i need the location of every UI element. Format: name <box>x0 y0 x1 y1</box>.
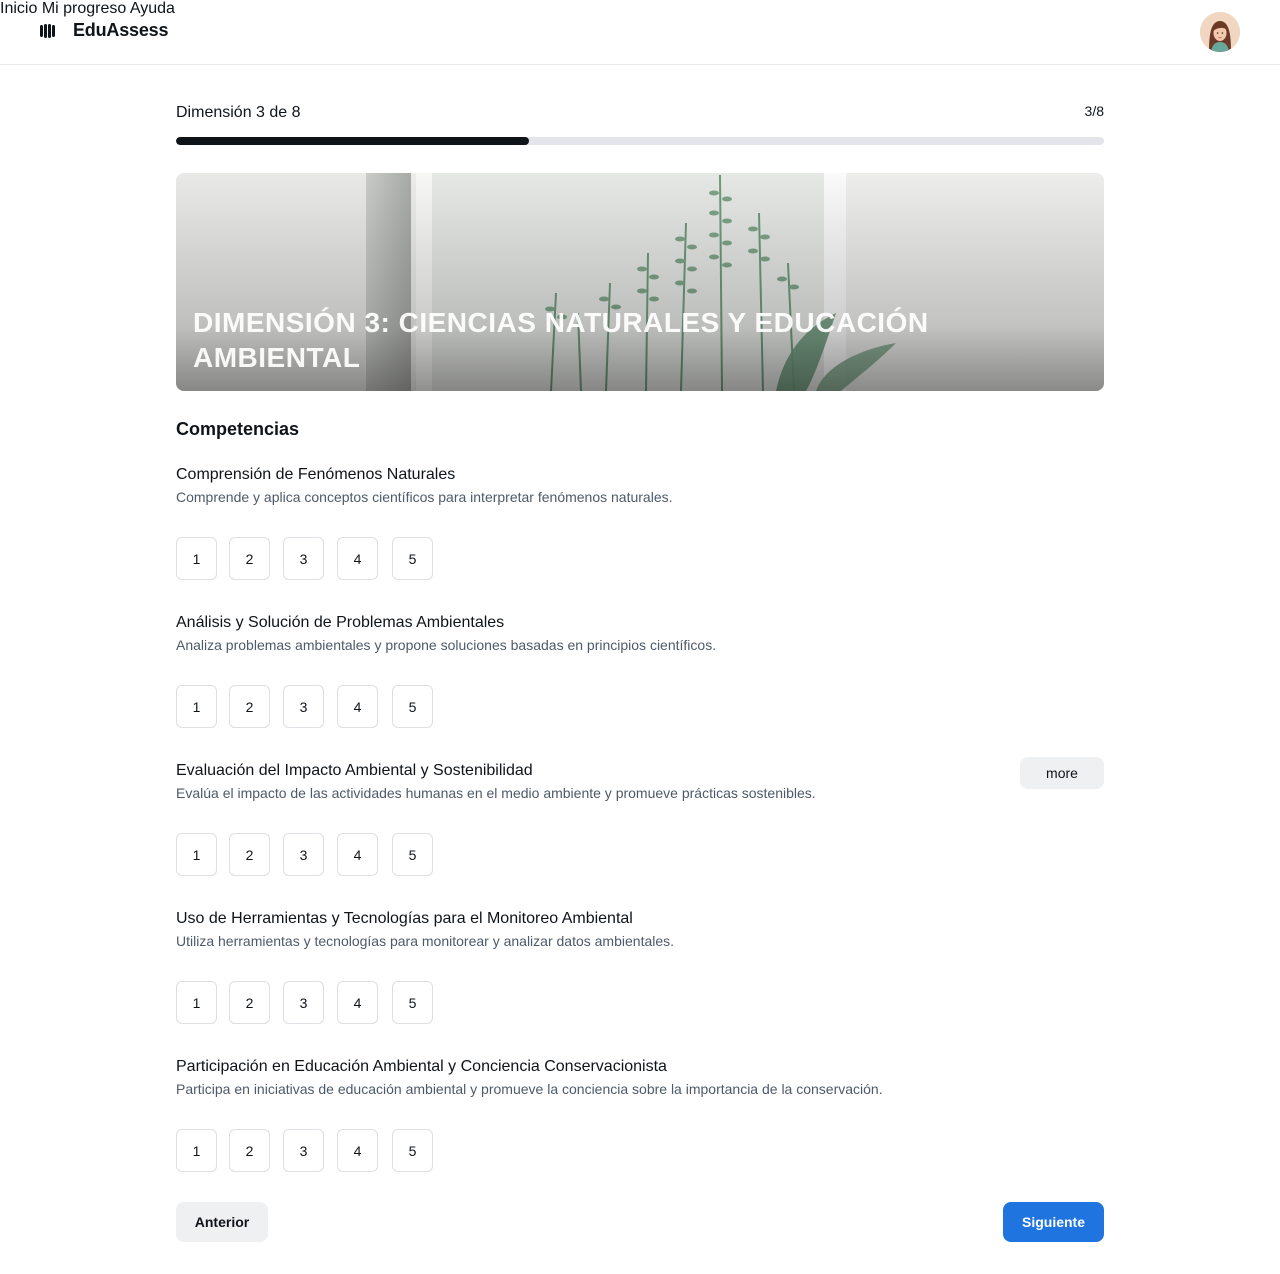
competency-item: Evaluación del Impacto Ambiental y Soste… <box>176 757 1104 902</box>
rating-option-2[interactable]: 2 <box>229 1129 270 1172</box>
competency-item: Uso de Herramientas y Tecnologías para e… <box>176 910 1104 1050</box>
rating-option-3[interactable]: 3 <box>283 833 324 876</box>
user-avatar[interactable] <box>1200 12 1240 52</box>
previous-button[interactable]: Anterior <box>176 1202 268 1242</box>
rating-option-5[interactable]: 5 <box>392 1129 433 1172</box>
nav-link-mi-progreso[interactable]: Mi progreso <box>42 0 126 17</box>
competency-title: Análisis y Solución de Problemas Ambient… <box>176 614 505 631</box>
competency-description: Comprende y aplica conceptos científicos… <box>176 489 673 505</box>
rating-option-1[interactable]: 1 <box>176 537 217 580</box>
progress-bar <box>176 137 1104 145</box>
rating-option-1[interactable]: 1 <box>176 1129 217 1172</box>
rating-option-5[interactable]: 5 <box>392 981 433 1024</box>
brand-name: EduAssess <box>73 20 169 40</box>
rating-option-1[interactable]: 1 <box>176 981 217 1024</box>
rating-option-4[interactable]: 4 <box>337 685 378 728</box>
progress-bar-fill <box>176 137 529 145</box>
avatar-portrait-icon <box>1200 12 1240 52</box>
competency-title: Comprensión de Fenómenos Naturales <box>176 466 456 483</box>
rating-option-3[interactable]: 3 <box>283 685 324 728</box>
rating-option-1[interactable]: 1 <box>176 685 217 728</box>
rating-option-4[interactable]: 4 <box>337 833 378 876</box>
competency-title: Evaluación del Impacto Ambiental y Soste… <box>176 762 533 779</box>
dimension-hero-banner: Dimensión 3: Ciencias Naturales y Educac… <box>176 173 1104 391</box>
rating-option-5[interactable]: 5 <box>392 833 433 876</box>
rating-option-2[interactable]: 2 <box>229 685 270 728</box>
competency-title: Participación en Educación Ambiental y C… <box>176 1058 667 1075</box>
brand-mark-icon <box>40 23 55 38</box>
rating-option-3[interactable]: 3 <box>283 981 324 1024</box>
competency-description: Participa en iniciativas de educación am… <box>176 1081 883 1097</box>
competency-item: Análisis y Solución de Problemas Ambient… <box>176 614 1104 754</box>
rating-option-4[interactable]: 4 <box>337 981 378 1024</box>
competency-description: Evalúa el impacto de las actividades hum… <box>176 785 816 801</box>
more-button[interactable]: more <box>1020 757 1104 789</box>
rating-option-2[interactable]: 2 <box>229 981 270 1024</box>
progress-count: 3/8 <box>1084 103 1104 119</box>
rating-option-3[interactable]: 3 <box>283 1129 324 1172</box>
rating-option-2[interactable]: 2 <box>229 537 270 580</box>
rating-option-3[interactable]: 3 <box>283 537 324 580</box>
top-navigation-bar: EduAssess Inicio Mi progreso Ayuda <box>0 0 1280 65</box>
next-button[interactable]: Siguiente <box>1003 1202 1104 1242</box>
competency-description: Analiza problemas ambientales y propone … <box>176 637 717 653</box>
rating-option-2[interactable]: 2 <box>229 833 270 876</box>
progress-label: Dimensión 3 de 8 <box>176 104 301 121</box>
section-title: Competencias <box>176 419 300 439</box>
rating-option-5[interactable]: 5 <box>392 685 433 728</box>
competency-item: Comprensión de Fenómenos Naturales Compr… <box>176 466 1104 606</box>
brand[interactable]: EduAssess <box>40 20 168 41</box>
competency-title: Uso de Herramientas y Tecnologías para e… <box>176 910 633 927</box>
dimension-title: Dimensión 3: Ciencias Naturales y Educac… <box>193 307 929 373</box>
rating-option-5[interactable]: 5 <box>392 537 433 580</box>
rating-option-4[interactable]: 4 <box>337 537 378 580</box>
rating-option-4[interactable]: 4 <box>337 1129 378 1172</box>
competency-description: Utiliza herramientas y tecnologías para … <box>176 933 675 949</box>
nav-link-ayuda[interactable]: Ayuda <box>130 0 175 17</box>
nav-link-inicio[interactable]: Inicio <box>0 0 37 17</box>
rating-option-1[interactable]: 1 <box>176 833 217 876</box>
competency-item: Participación en Educación Ambiental y C… <box>176 1058 1104 1198</box>
